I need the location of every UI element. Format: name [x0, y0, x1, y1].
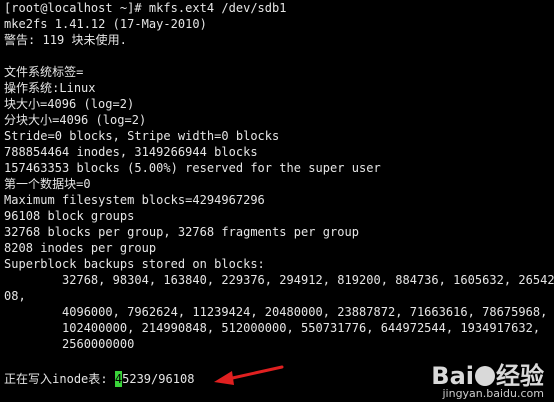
- baidu-logo: Bai 经验: [431, 362, 544, 390]
- baidu-jingyan-watermark: Bai 经验 jingyan.baidu.com: [400, 356, 550, 400]
- paw-icon: [475, 366, 495, 386]
- red-arrow-annotation: [214, 365, 284, 385]
- watermark-url: jingyan.baidu.com: [442, 387, 544, 400]
- terminal-window[interactable]: [root@localhost ~]# mkfs.ext4 /dev/sdb1 …: [0, 0, 554, 402]
